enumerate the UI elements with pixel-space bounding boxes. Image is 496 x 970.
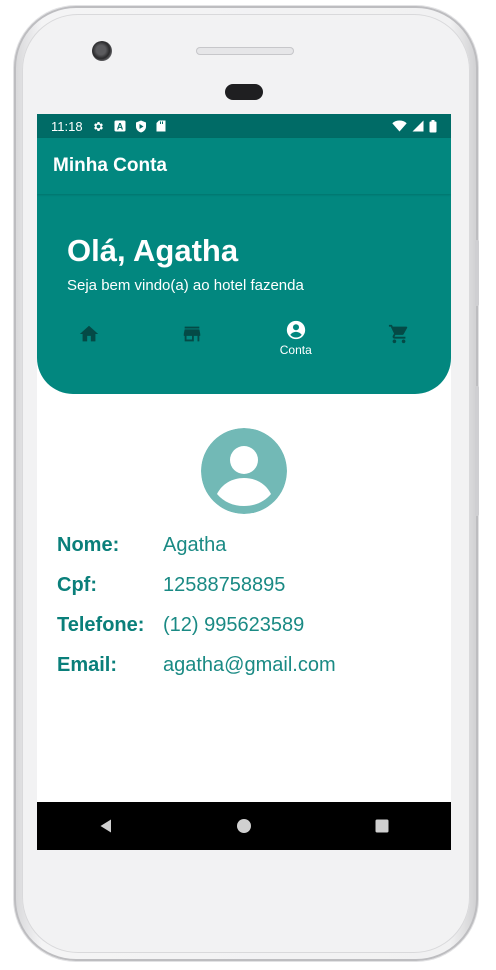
system-back-button[interactable]	[76, 806, 136, 846]
battery-icon	[429, 119, 437, 132]
nav-item-home[interactable]	[41, 315, 137, 357]
sd-card-icon	[156, 120, 166, 132]
earpiece-speaker	[196, 47, 294, 55]
proximity-sensor	[225, 84, 263, 100]
bottom-nav: Conta	[37, 315, 451, 357]
profile-info: Nome: Agatha Cpf: 12588758895 Telefone: …	[57, 534, 437, 694]
profile-row-telefone: Telefone: (12) 995623589	[57, 614, 437, 654]
settings-icon	[93, 121, 103, 131]
status-time: 11:18	[51, 118, 83, 134]
nav-item-account[interactable]: Conta	[248, 315, 344, 357]
nav-item-cart[interactable]	[351, 315, 447, 357]
profile-row-cpf: Cpf: 12588758895	[57, 574, 437, 614]
avatar	[201, 428, 287, 514]
recents-icon	[375, 819, 389, 833]
status-bar: 11:18 A	[37, 114, 451, 138]
cpf-value: 12588758895	[163, 574, 286, 596]
screen: 11:18 A Minha Conta Olá, Agatha Seja bem…	[37, 114, 451, 850]
system-recents-button[interactable]	[352, 806, 412, 846]
telefone-label: Telefone:	[57, 614, 145, 636]
volume-button	[475, 386, 479, 516]
email-value: agatha@gmail.com	[163, 654, 336, 676]
back-icon	[100, 819, 111, 833]
telefone-value: (12) 995623589	[163, 614, 305, 636]
profile-row-email: Email: agatha@gmail.com	[57, 654, 437, 694]
system-home-button[interactable]	[214, 806, 274, 846]
home-circle-icon	[237, 819, 251, 833]
home-icon	[79, 325, 98, 342]
system-nav-bar	[37, 802, 451, 850]
app-bar-title: Minha Conta	[53, 155, 167, 176]
front-camera	[92, 41, 112, 61]
a-notification-icon: A	[114, 120, 126, 132]
svg-text:A: A	[116, 122, 123, 132]
cart-icon	[389, 324, 408, 344]
profile-avatar-icon	[201, 428, 287, 514]
nav-item-store[interactable]	[144, 315, 240, 357]
nome-value: Agatha	[163, 534, 227, 556]
account-circle-icon	[286, 320, 305, 340]
profile-row-nome: Nome: Agatha	[57, 534, 437, 574]
welcome-subtitle: Seja bem vindo(a) ao hotel fazenda	[67, 277, 304, 294]
app-bar: Minha Conta	[37, 138, 451, 194]
email-label: Email:	[57, 654, 118, 676]
nav-account-label: Conta	[279, 343, 312, 357]
wifi-icon	[392, 120, 407, 132]
cpf-label: Cpf:	[57, 574, 97, 596]
store-icon	[184, 326, 201, 342]
nome-label: Nome:	[57, 534, 120, 556]
signal-icon	[412, 120, 424, 132]
welcome-header: Olá, Agatha Seja bem vindo(a) ao hotel f…	[37, 193, 451, 394]
greeting-title: Olá, Agatha	[67, 233, 239, 268]
shield-icon	[135, 120, 146, 132]
power-button	[475, 240, 479, 306]
